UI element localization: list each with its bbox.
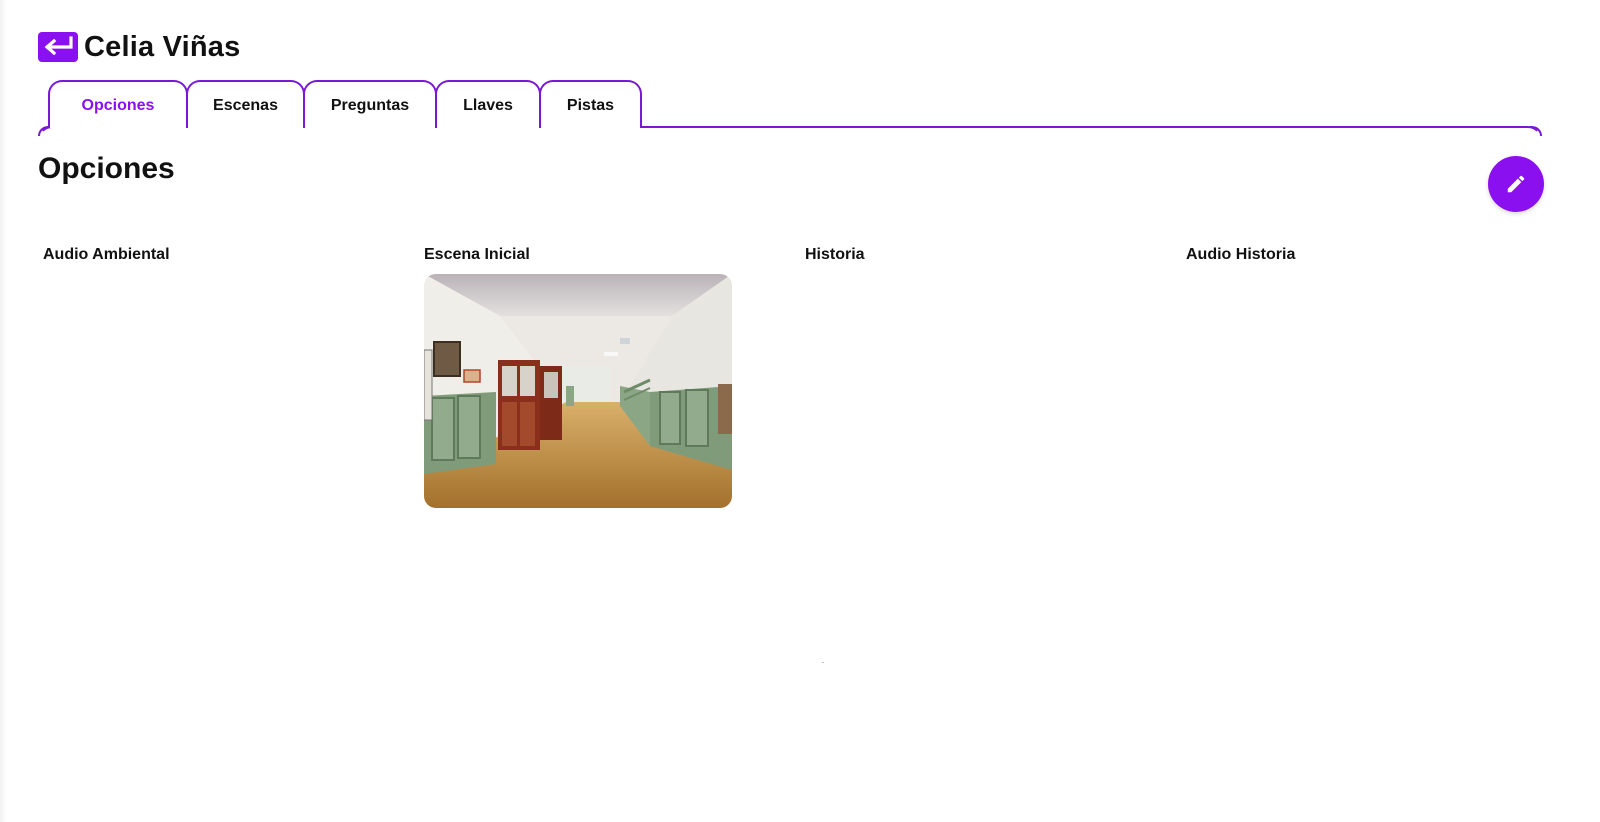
option-label: Historia <box>805 246 865 263</box>
tab-label: Llaves <box>463 97 513 114</box>
option-label: Audio Ambiental <box>43 246 170 263</box>
option-label: Audio Historia <box>1186 246 1296 263</box>
scene-thumbnail[interactable] <box>424 274 732 508</box>
page-title: Celia Viñas <box>84 30 241 63</box>
section-title: Opciones <box>38 152 175 185</box>
tab-label: Pistas <box>566 97 615 114</box>
tab-opciones[interactable]: Opciones <box>48 80 188 128</box>
stray-dot <box>822 662 824 663</box>
tab-label: Preguntas <box>330 97 410 114</box>
tab-llaves[interactable]: Llaves <box>435 80 541 128</box>
option-escena-inicial: Escena Inicial <box>419 244 800 508</box>
edit-button[interactable] <box>1488 156 1544 212</box>
option-label: Escena Inicial <box>424 246 530 263</box>
hallway-scene-image <box>424 274 732 508</box>
options-grid: Audio Ambiental Escena Inicial Historia … <box>38 244 1562 508</box>
tab-pistas[interactable]: Pistas <box>539 80 642 128</box>
tab-label: Opciones <box>81 97 155 114</box>
header: Celia Viñas <box>38 30 240 64</box>
page: Celia Viñas Opciones Escenas Preguntas L… <box>0 0 1600 822</box>
tab-preguntas[interactable]: Preguntas <box>303 80 437 128</box>
back-button[interactable] <box>38 32 78 62</box>
tab-escenas[interactable]: Escenas <box>186 80 305 128</box>
option-audio-ambiental: Audio Ambiental <box>38 244 419 508</box>
pencil-icon <box>1507 175 1525 193</box>
tab-underline-corner-right <box>1530 126 1542 136</box>
left-edge-shadow <box>0 0 6 822</box>
tab-bar: Opciones Escenas Preguntas Llaves Pistas <box>48 80 642 130</box>
tab-label: Escenas <box>213 97 278 114</box>
return-arrow-icon <box>44 36 73 56</box>
option-audio-historia: Audio Historia <box>1181 244 1562 508</box>
option-historia: Historia <box>800 244 1181 508</box>
